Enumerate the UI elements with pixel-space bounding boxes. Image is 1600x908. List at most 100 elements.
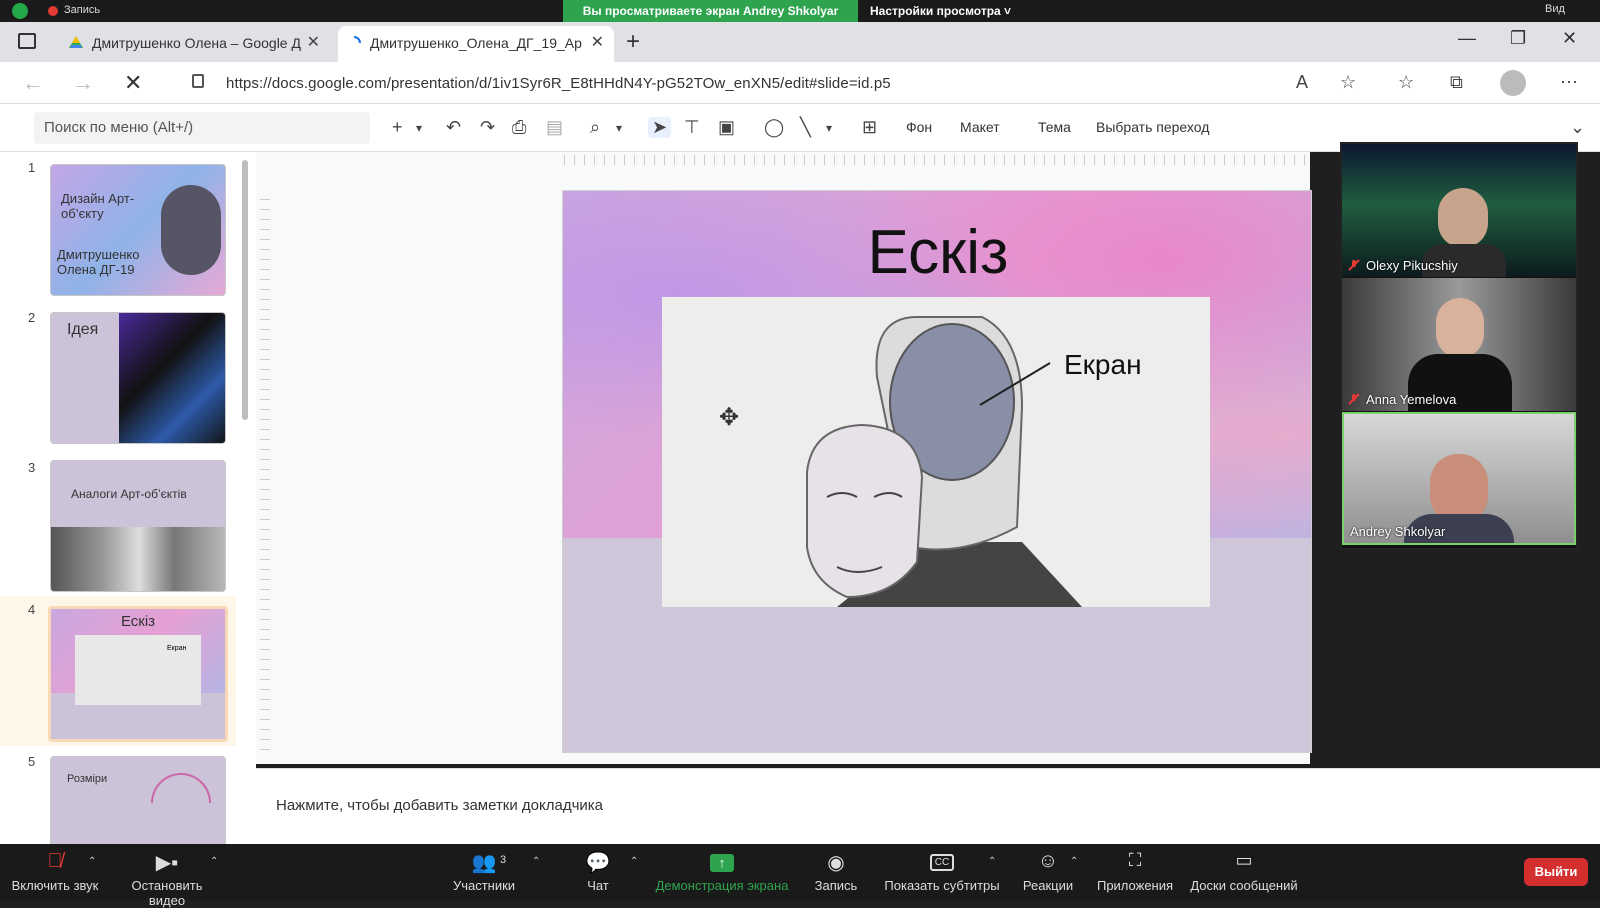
muted-mic-icon xyxy=(1348,259,1360,271)
collections-icon[interactable]: ⧉ xyxy=(1450,72,1463,93)
minimize-icon[interactable]: — xyxy=(1458,28,1476,49)
leave-button[interactable]: Выйти xyxy=(1524,858,1588,886)
comment-icon[interactable]: ⊞ xyxy=(862,117,877,138)
thumb-title: Дизайн Арт-об’єкту xyxy=(61,191,135,221)
collapse-toolbar-icon[interactable]: ⌄ xyxy=(1570,117,1585,138)
record-button[interactable]: ◉ Запись xyxy=(810,844,862,900)
zoom-dropdown-icon[interactable]: ▾ xyxy=(616,121,622,135)
video-options-chevron-icon[interactable]: ⌃ xyxy=(210,856,218,867)
loading-spinner-icon xyxy=(353,36,361,44)
stop-video-button[interactable]: ▶▪ Остановить видео xyxy=(112,844,222,908)
new-slide-icon[interactable]: + xyxy=(392,117,403,138)
participant-tile[interactable]: Olexy Pikucshiy xyxy=(1342,144,1576,277)
muted-mic-icon xyxy=(1348,393,1360,405)
menu-search-input[interactable]: Поиск по меню (Alt+/) xyxy=(34,112,370,144)
view-button[interactable]: Вид xyxy=(1545,3,1565,15)
thumb-title: Ідея xyxy=(67,321,99,338)
participant-face xyxy=(1438,188,1488,248)
image-icon[interactable]: ▣ xyxy=(718,117,735,138)
chat-button[interactable]: 💬 Чат xyxy=(578,844,618,900)
slide-thumbnail-2[interactable]: Ідея xyxy=(50,312,226,444)
reactions-chevron-icon[interactable]: ⌃ xyxy=(1070,856,1078,867)
text-box-icon[interactable]: ⊤ xyxy=(684,117,700,138)
slide-thumbnail-4[interactable]: Ескіз Екран xyxy=(48,606,228,742)
view-settings-button[interactable]: Настройки просмотра ˅ xyxy=(870,0,1040,22)
apps-button[interactable]: ⛶ Приложения xyxy=(1094,844,1176,900)
favorites-icon[interactable]: ☆ xyxy=(1398,72,1414,93)
paint-format-icon[interactable]: ▤ xyxy=(546,117,563,138)
tab-title: Дмитрушенко Олена – Google Д xyxy=(92,35,301,51)
url-field[interactable]: https://docs.google.com/presentation/d/1… xyxy=(226,75,891,92)
close-tab-icon[interactable]: ✕ xyxy=(591,26,604,60)
participants-button[interactable]: 👥 Участники xyxy=(444,844,524,900)
restore-icon[interactable]: ❐ xyxy=(1510,28,1526,49)
chat-label: Чат xyxy=(587,878,609,893)
security-shield-icon[interactable] xyxy=(12,3,28,19)
tab-presentation[interactable]: Дмитрушенко_Олена_ДГ_19_Ар ✕ xyxy=(338,26,614,62)
vertical-ruler xyxy=(260,190,270,750)
reactions-button[interactable]: ☺ Реакции xyxy=(1018,844,1078,900)
zoom-icon[interactable]: ⌕ xyxy=(590,117,600,138)
lock-icon[interactable] xyxy=(192,74,204,88)
slide-title[interactable]: Ескіз xyxy=(563,217,1311,288)
captions-button[interactable]: CC Показать субтитры xyxy=(880,844,1004,900)
layout-button[interactable]: Макет xyxy=(960,119,1000,135)
new-tab-icon[interactable]: + xyxy=(626,28,640,56)
unmute-button[interactable]: 🎙̸ Включить звук xyxy=(8,844,102,900)
participants-chevron-icon[interactable]: ⌃ xyxy=(532,856,540,867)
slide-thumbnail-3[interactable]: Аналоги Арт-об’єктів xyxy=(50,460,226,592)
speaker-notes-placeholder[interactable]: Нажмите, чтобы добавить заметки докладчи… xyxy=(276,797,603,814)
closed-captions-icon: CC xyxy=(880,850,1004,878)
back-icon[interactable]: ← xyxy=(22,70,44,96)
slide-filmstrip: 1 Дизайн Арт-об’єкту Дмитрушенко Олена Д… xyxy=(0,152,256,844)
tab-google-drive[interactable]: Дмитрушенко Олена – Google Д ✕ xyxy=(60,26,330,62)
profile-avatar[interactable] xyxy=(1500,70,1526,96)
chat-chevron-icon[interactable]: ⌃ xyxy=(630,856,638,867)
thumb-sculpture-image xyxy=(161,185,221,275)
sketch-image[interactable]: Екран xyxy=(662,297,1210,607)
speaker-notes[interactable]: Нажмите, чтобы добавить заметки докладчи… xyxy=(256,768,1600,844)
share-screen-label: Демонстрация экрана xyxy=(655,878,789,893)
participants-count: 3 xyxy=(500,854,507,866)
read-aloud-icon[interactable]: A xyxy=(1296,72,1308,93)
background-button[interactable]: Фон xyxy=(906,119,932,135)
record-icon: ◉ xyxy=(827,852,845,874)
undo-icon[interactable]: ↶ xyxy=(446,117,461,138)
new-slide-dropdown-icon[interactable]: ▾ xyxy=(416,121,422,135)
add-favorite-icon[interactable]: ☆ xyxy=(1340,72,1356,93)
current-slide[interactable]: Ескіз Екран ✥ xyxy=(562,190,1312,753)
shape-icon[interactable]: ◯ xyxy=(764,117,784,138)
slide-thumbnail-1[interactable]: Дизайн Арт-об’єкту Дмитрушенко Олена ДГ-… xyxy=(50,164,226,296)
thumb-sketch-image: Екран xyxy=(75,635,201,705)
thumb-title: Ескіз xyxy=(120,613,156,630)
close-tab-icon[interactable]: ✕ xyxy=(307,26,320,60)
print-icon[interactable]: ⎙ xyxy=(512,117,526,138)
close-window-icon[interactable]: ✕ xyxy=(1562,28,1577,49)
whiteboards-button[interactable]: ▭ Доски сообщений xyxy=(1188,844,1300,900)
more-icon[interactable]: ⋯ xyxy=(1560,72,1578,93)
participant-tile[interactable]: Anna Yemelova xyxy=(1342,278,1576,411)
line-icon[interactable]: ╲ xyxy=(800,117,811,138)
line-dropdown-icon[interactable]: ▾ xyxy=(826,121,832,135)
captions-chevron-icon[interactable]: ⌃ xyxy=(988,856,996,867)
redo-icon[interactable]: ↷ xyxy=(480,117,495,138)
thumb-subtitle: Дмитрушенко Олена ДГ-19 xyxy=(57,247,140,277)
stop-loading-icon[interactable]: ✕ xyxy=(124,70,142,96)
audio-options-chevron-icon[interactable]: ⌃ xyxy=(88,856,96,867)
slide-number: 3 xyxy=(28,460,36,475)
thumb-collage-image xyxy=(119,313,225,443)
transition-button[interactable]: Выбрать переход xyxy=(1096,119,1209,135)
filmstrip-scrollbar[interactable] xyxy=(242,160,248,420)
slide-thumbnail-5[interactable]: Розміри xyxy=(50,756,226,844)
browser-tab-bar: Дмитрушенко Олена – Google Д ✕ Дмитрушен… xyxy=(0,22,1600,62)
select-icon[interactable]: ➤ xyxy=(648,117,672,138)
whiteboard-icon: ▭ xyxy=(1235,850,1253,870)
whiteboards-label: Доски сообщений xyxy=(1190,878,1298,893)
participant-tile-active-speaker[interactable]: Andrey Shkolyar xyxy=(1342,412,1576,545)
slide-number: 5 xyxy=(28,754,36,769)
share-screen-button[interactable]: ↑ Демонстрация экрана xyxy=(654,844,790,900)
theme-button[interactable]: Тема xyxy=(1038,119,1071,135)
tab-actions-icon[interactable] xyxy=(18,33,36,49)
stop-video-label: Остановить видео xyxy=(131,878,203,908)
forward-icon[interactable]: → xyxy=(72,70,94,96)
